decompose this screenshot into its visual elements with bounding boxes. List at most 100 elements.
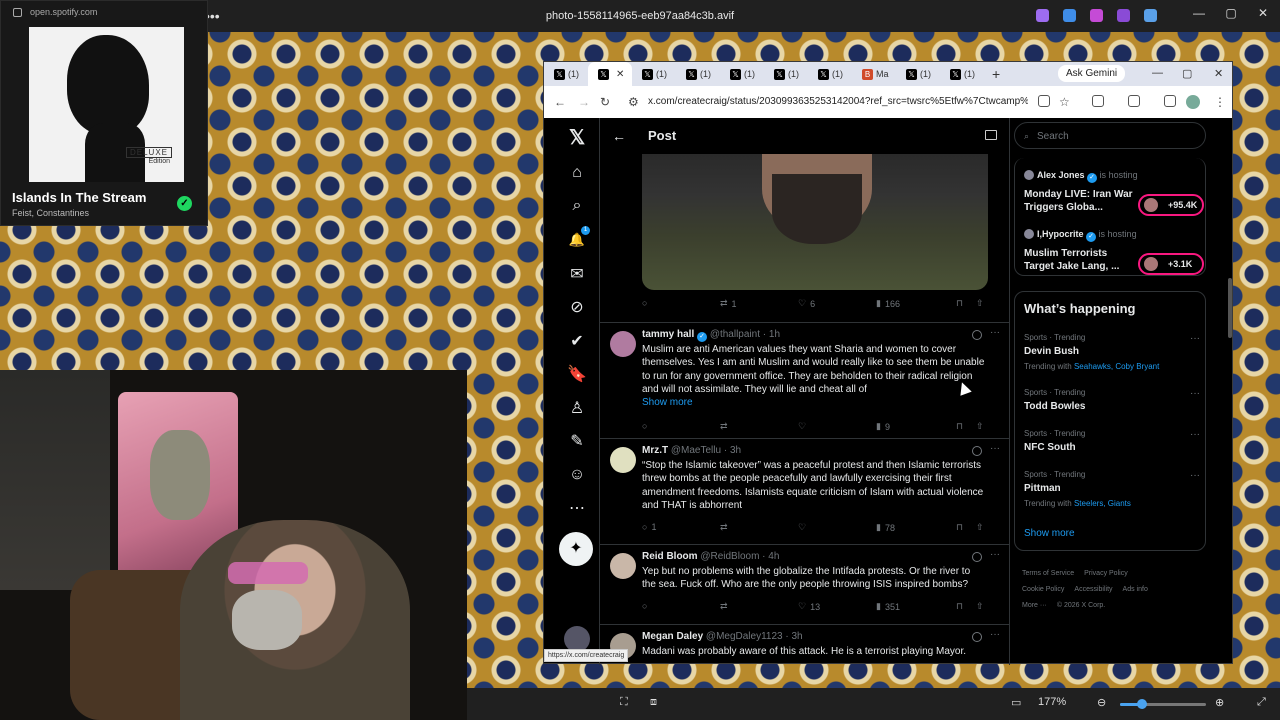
zoom-level[interactable]: 177% — [1038, 696, 1066, 708]
trend-item[interactable]: Sports · Trending NFC South ··· — [1024, 429, 1200, 453]
search-input[interactable]: ⌕ Search — [1014, 122, 1206, 149]
share-button[interactable]: ⇧ — [976, 522, 984, 533]
reading-list-icon[interactable] — [1164, 95, 1176, 107]
tab-5[interactable]: 𝕏 (1) — [720, 62, 764, 86]
space-listen-button[interactable]: +95.4K — [1138, 194, 1204, 216]
close-tab-icon[interactable]: ✕ — [616, 69, 624, 80]
app-icon-2[interactable] — [1063, 9, 1076, 22]
maximize-icon[interactable]: ▢ — [1215, 6, 1247, 20]
tweet-author-name[interactable]: Megan Daley — [642, 631, 703, 642]
profile-icon[interactable]: ☺ — [566, 464, 588, 486]
grok-explain-icon[interactable] — [972, 552, 982, 562]
views-button[interactable]: ▮ 78 — [876, 522, 895, 533]
tweet-author-name[interactable]: Mrz.T — [642, 445, 668, 456]
reader-mode-icon[interactable] — [985, 130, 997, 140]
jobs-icon[interactable]: ♙ — [566, 397, 588, 419]
bookmark-button[interactable]: ⊓ — [956, 601, 963, 612]
views-button[interactable]: ▮ 351 — [876, 601, 900, 612]
saved-check-icon[interactable]: ✓ — [177, 196, 192, 211]
install-app-icon[interactable] — [1038, 95, 1050, 107]
reply-tweet-3[interactable]: Reid Bloom @ReidBloom · 4h ··· Yep but n… — [600, 544, 1009, 624]
footer-more[interactable]: More ··· — [1022, 602, 1047, 609]
like-button[interactable]: ♡ — [798, 522, 810, 533]
ocr-icon[interactable]: ⧈ — [650, 696, 657, 709]
back-arrow-icon[interactable]: ← — [612, 128, 626, 144]
zoom-slider[interactable] — [1120, 699, 1206, 709]
tab-8[interactable]: B Ma — [852, 62, 896, 86]
trend-item[interactable]: Sports · Trending Todd Bowles ··· — [1024, 388, 1200, 412]
trend-item[interactable]: Sports · Trending Pittman Trending with … — [1024, 470, 1200, 508]
reply-button[interactable]: ○ — [642, 601, 651, 611]
extensions-icon[interactable] — [1092, 95, 1104, 107]
like-button[interactable]: ♡ 13 — [798, 601, 820, 612]
repost-button[interactable]: ⇄ 1 — [720, 298, 737, 309]
site-settings-icon[interactable] — [13, 7, 22, 17]
profile-avatar[interactable] — [1186, 95, 1200, 109]
explore-icon[interactable]: ⌕ — [566, 195, 588, 217]
like-button[interactable]: ♡ 6 — [798, 298, 815, 309]
back-icon[interactable]: ← — [554, 95, 566, 109]
tweet-avatar[interactable] — [610, 447, 636, 473]
tweet-handle[interactable]: @MegDaley1123 · 3h — [706, 631, 803, 642]
repost-button[interactable]: ⇄ — [720, 601, 732, 612]
app-icon-5[interactable] — [1144, 9, 1157, 22]
tweet-avatar[interactable] — [610, 553, 636, 579]
trend-more-icon[interactable]: ··· — [1190, 388, 1200, 399]
grok-icon[interactable]: ⊘ — [566, 296, 588, 318]
fit-icon[interactable]: ⛶ — [620, 696, 628, 709]
trend-with-links[interactable]: Steelers, Giants — [1074, 499, 1131, 508]
share-button[interactable]: ⇧ — [976, 298, 984, 309]
share-button[interactable]: ⇧ — [976, 601, 984, 612]
reply-button[interactable]: ○ — [642, 298, 651, 308]
reply-button[interactable]: ○ — [642, 421, 651, 431]
page-scrollbar[interactable] — [1228, 278, 1232, 338]
premium-icon[interactable]: ✔ — [566, 330, 588, 352]
tab-7[interactable]: 𝕏 (1) — [808, 62, 852, 86]
footer-ads[interactable]: Ads info — [1123, 586, 1148, 593]
grok-explain-icon[interactable] — [972, 632, 982, 642]
footer-privacy[interactable]: Privacy Policy — [1084, 570, 1128, 577]
footer-cookie[interactable]: Cookie Policy — [1022, 586, 1064, 593]
views-button[interactable]: ▮ 166 — [876, 298, 900, 309]
bookmarks-icon[interactable]: 🔖 — [566, 363, 588, 385]
browser-menu-icon[interactable]: ⋮ — [1214, 95, 1226, 109]
ask-gemini-button[interactable]: Ask Gemini — [1058, 65, 1126, 82]
tweet-avatar[interactable] — [610, 331, 636, 357]
post-media-image[interactable] — [642, 154, 988, 290]
minimize-icon[interactable]: — — [1183, 6, 1215, 20]
space-item[interactable]: Alex Jones ✓ is hosting Monday LIVE: Ira… — [1024, 170, 1204, 216]
tab-3[interactable]: 𝕏 (1) — [632, 62, 676, 86]
bookmark-button[interactable]: ⊓ — [956, 522, 963, 533]
app-icon-4[interactable] — [1117, 9, 1130, 22]
actual-size-icon[interactable]: ▭ — [1011, 696, 1021, 709]
more-nav-icon[interactable]: ⋯ — [566, 497, 588, 519]
forward-icon[interactable]: → — [578, 95, 590, 109]
reply-button[interactable]: ○ 1 — [642, 522, 656, 532]
tab-6[interactable]: 𝕏 (1) — [764, 62, 808, 86]
repost-button[interactable]: ⇄ — [720, 522, 732, 533]
app-icon-3[interactable] — [1090, 9, 1103, 22]
trend-more-icon[interactable]: ··· — [1190, 429, 1200, 440]
cast-icon[interactable] — [1128, 95, 1140, 107]
fullscreen-icon[interactable]: ⤢ — [1257, 696, 1266, 709]
reload-icon[interactable]: ↻ — [600, 95, 610, 109]
trend-with-links[interactable]: Seahawks, Coby Bryant — [1074, 362, 1159, 371]
tweet-handle[interactable]: @thallpaint · 1h — [710, 329, 780, 340]
site-info-icon[interactable]: ⚙ — [628, 95, 639, 109]
tweet-more-icon[interactable]: ··· — [990, 327, 1000, 338]
space-item[interactable]: I,Hypocrite ✓ is hosting Muslim Terroris… — [1024, 229, 1204, 275]
grok-explain-icon[interactable] — [972, 330, 982, 340]
app-icon-1[interactable] — [1036, 9, 1049, 22]
reply-tweet-2[interactable]: Mrz.T @MaeTellu · 3h ··· “Stop the Islam… — [600, 438, 1009, 544]
browser-close-icon[interactable]: ✕ — [1214, 67, 1223, 80]
footer-accessibility[interactable]: Accessibility — [1074, 586, 1112, 593]
zoom-slider-handle[interactable] — [1136, 699, 1147, 709]
views-button[interactable]: ▮ 9 — [876, 421, 890, 432]
show-more-link[interactable]: Show more — [642, 397, 693, 408]
home-icon[interactable]: ⌂ — [566, 162, 588, 184]
reply-tweet-1[interactable]: tammy hall ✓ @thallpaint · 1h ··· Muslim… — [600, 322, 1009, 438]
zoom-out-icon[interactable]: ⊖ — [1097, 696, 1106, 709]
notifications-icon[interactable]: 🔔 1 — [566, 226, 590, 251]
track-artist[interactable]: Feist, Constantines — [12, 208, 89, 218]
tweet-author-name[interactable]: Reid Bloom — [642, 551, 698, 562]
